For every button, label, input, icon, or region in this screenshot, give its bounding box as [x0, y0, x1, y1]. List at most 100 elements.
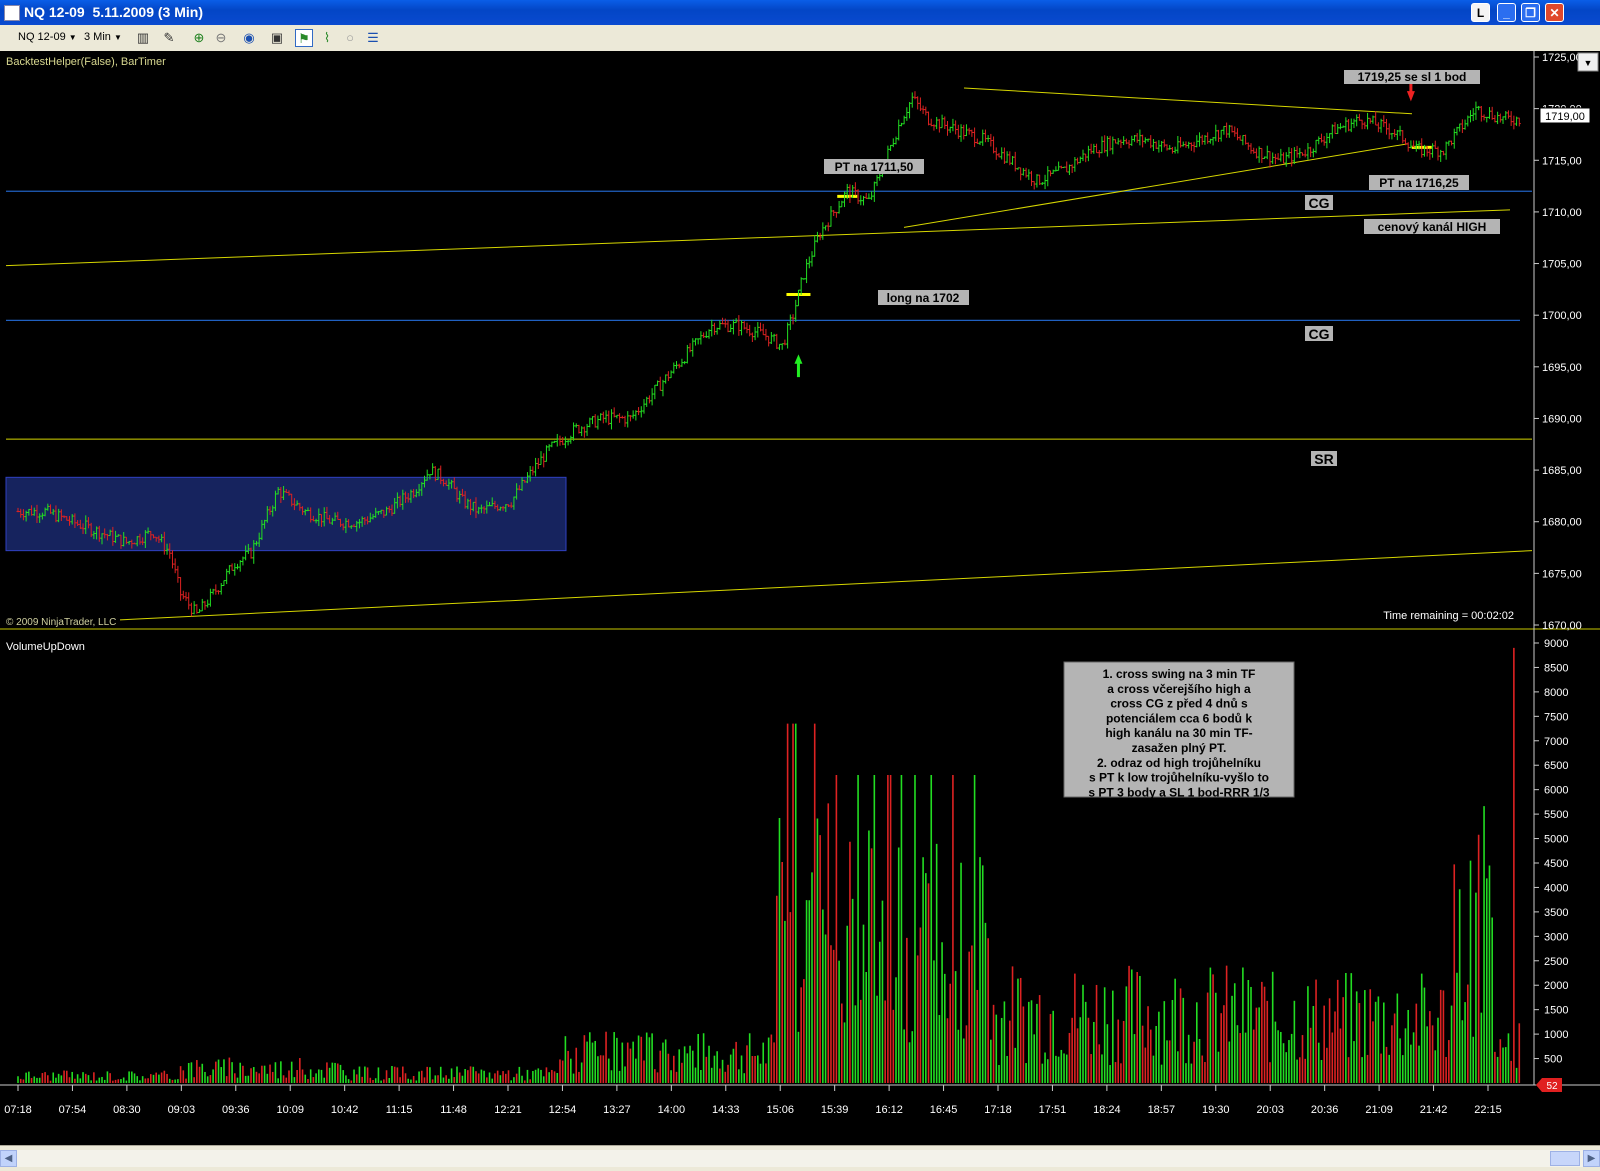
price-tick-label: 1670,00 — [1542, 620, 1582, 632]
volume-indicator-label: VolumeUpDown — [6, 641, 85, 653]
window-titlebar: NQ 12-09 5.11.2009 (3 Min) L _ ❐ ✕ — [0, 0, 1600, 25]
drawing-tool-icon[interactable]: ✎ — [160, 29, 178, 47]
pt2-annotation[interactable]: PT na 1716,25 — [1369, 175, 1469, 190]
zoom-in-icon[interactable]: ⊕ — [190, 29, 208, 47]
volume-tick-label: 4000 — [1544, 882, 1568, 894]
current-volume-value: 52 — [1546, 1081, 1558, 1092]
scroll-left-icon[interactable]: ◀ — [0, 1150, 17, 1167]
triangle-high-trendline — [963, 87, 1413, 115]
scroll-right-icon[interactable]: ▶ — [1583, 1150, 1600, 1167]
note-line: potenciálem cca 6 bodů k — [1106, 711, 1252, 725]
data-box-icon[interactable]: ☰ — [364, 29, 382, 47]
interval-value: 3 Min — [84, 31, 111, 43]
long-entry-text: long na 1702 — [887, 291, 960, 305]
l-button[interactable]: L — [1471, 3, 1490, 22]
long-entry-arrow-icon — [794, 354, 803, 378]
time-tick-label: 07:18 — [4, 1104, 32, 1116]
time-tick-label: 11:15 — [386, 1104, 413, 1116]
triangle-low-trendline — [903, 143, 1409, 228]
current-volume-badge: 52 — [1536, 1078, 1562, 1092]
sl-note-annotation[interactable]: 1719,25 se sl 1 bod — [1344, 70, 1480, 84]
channel-low-trendline — [119, 550, 1533, 621]
circle-icon[interactable]: ○ — [341, 29, 359, 47]
time-tick-label: 20:03 — [1256, 1104, 1284, 1116]
volume-tick-label: 2500 — [1544, 956, 1568, 968]
time-tick-label: 21:42 — [1420, 1104, 1448, 1116]
volume-tick-label: 8500 — [1544, 662, 1568, 674]
time-tick-label: 18:24 — [1093, 1104, 1121, 1116]
strategy-note-box[interactable]: 1. cross swing na 3 min TF a cross včerej… — [1063, 661, 1295, 799]
pt1-text: PT na 1711,50 — [835, 160, 914, 174]
scroll-thumb[interactable] — [1550, 1151, 1580, 1166]
volume-tick-label: 8000 — [1544, 687, 1568, 699]
copyright-label: © 2009 NinjaTrader, LLC — [6, 617, 116, 628]
channel-high-annotation[interactable]: cenový kanál HIGH — [1364, 219, 1500, 234]
price-indicator-label: BacktestHelper(False), BarTimer — [6, 56, 166, 68]
sr-text: SR — [1314, 451, 1333, 467]
time-tick-label: 20:36 — [1311, 1104, 1339, 1116]
price-tick-label: 1680,00 — [1542, 517, 1582, 529]
time-tick-label: 11:48 — [440, 1104, 467, 1116]
status-bar: ◀ ▶ — [0, 1145, 1600, 1171]
volume-tick-label: 7500 — [1544, 711, 1568, 723]
note-line: s PT k low trojůhelníku-vyšlo to — [1089, 771, 1269, 785]
indicator-icon[interactable]: ⌇ — [318, 29, 336, 47]
bar-type-icon[interactable]: ▥ — [134, 29, 152, 47]
note-line: zasažen plný PT. — [1132, 741, 1227, 755]
price-tick-label: 1725,00 — [1542, 52, 1582, 64]
price-tick-label: 1710,00 — [1542, 207, 1582, 219]
pt1-annotation[interactable]: PT na 1711,50 — [824, 159, 924, 174]
chevron-down-icon: ▼ — [113, 33, 122, 42]
time-tick-label: 22:15 — [1474, 1104, 1502, 1116]
restore-button[interactable]: ❐ — [1521, 3, 1540, 22]
properties-icon[interactable]: ▣ — [268, 29, 286, 47]
cg-upper-annotation[interactable]: CG — [1305, 195, 1333, 211]
volume-tick-label: 6500 — [1544, 760, 1568, 772]
pt2-text: PT na 1716,25 — [1379, 176, 1459, 190]
note-line: cross CG z před 4 dnů s — [1110, 697, 1248, 711]
time-tick-label: 16:12 — [875, 1104, 903, 1116]
minimize-button[interactable]: _ — [1497, 3, 1516, 22]
volume-tick-label: 3000 — [1544, 931, 1568, 943]
time-tick-label: 09:36 — [222, 1104, 250, 1116]
chart-canvas[interactable]: 1725,001720,001715,001710,001705,001700,… — [0, 51, 1600, 1145]
strategy-icon[interactable]: ⚑ — [295, 29, 313, 47]
instrument-select[interactable]: NQ 12-09 ▼ — [14, 29, 82, 46]
time-tick-label: 14:00 — [658, 1104, 686, 1116]
time-remaining-label: Time remaining = 00:02:02 — [1383, 610, 1514, 622]
note-line: 1. cross swing na 3 min TF — [1103, 667, 1256, 681]
close-button[interactable]: ✕ — [1545, 3, 1564, 22]
time-tick-label: 15:06 — [766, 1104, 794, 1116]
volume-tick-label: 3500 — [1544, 907, 1568, 919]
chevron-down-icon: ▼ — [1584, 58, 1593, 68]
price-tick-label: 1705,00 — [1542, 259, 1582, 271]
time-tick-label: 18:57 — [1148, 1104, 1176, 1116]
volume-tick-label: 5000 — [1544, 834, 1568, 846]
price-tick-label: 1685,00 — [1542, 465, 1582, 477]
zoom-out-icon[interactable]: ⊖ — [212, 29, 230, 47]
consolidation-range-box — [5, 476, 567, 552]
price-tick-label: 1715,00 — [1542, 155, 1582, 167]
channel-high-trendline — [5, 209, 1511, 267]
time-tick-label: 10:09 — [276, 1104, 304, 1116]
chevron-down-icon: ▼ — [68, 33, 77, 42]
horizontal-scrollbar[interactable]: ◀ ▶ — [0, 1150, 1600, 1167]
cg-lower-annotation[interactable]: CG — [1305, 326, 1333, 342]
time-tick-label: 19:30 — [1202, 1104, 1230, 1116]
chart-area[interactable]: 1725,001720,001715,001710,001705,001700,… — [0, 51, 1600, 1145]
time-tick-label: 12:21 — [494, 1104, 522, 1116]
chart-menu-button[interactable]: ▼ — [1577, 52, 1599, 72]
volume-tick-label: 9000 — [1544, 638, 1568, 650]
globe-icon[interactable]: ◉ — [240, 29, 258, 47]
channel-high-text: cenový kanál HIGH — [1378, 220, 1487, 234]
volume-tick-label: 7000 — [1544, 736, 1568, 748]
time-tick-label: 16:45 — [930, 1104, 958, 1116]
time-tick-label: 09:03 — [168, 1104, 196, 1116]
interval-select[interactable]: 3 Min ▼ — [80, 29, 130, 46]
sl-note-text: 1719,25 se sl 1 bod — [1358, 70, 1467, 84]
volume-tick-label: 500 — [1544, 1054, 1562, 1066]
volume-tick-label: 1500 — [1544, 1005, 1568, 1017]
long-entry-annotation[interactable]: long na 1702 — [878, 290, 969, 305]
cg-upper-text: CG — [1309, 195, 1330, 211]
sr-annotation[interactable]: SR — [1311, 451, 1337, 467]
